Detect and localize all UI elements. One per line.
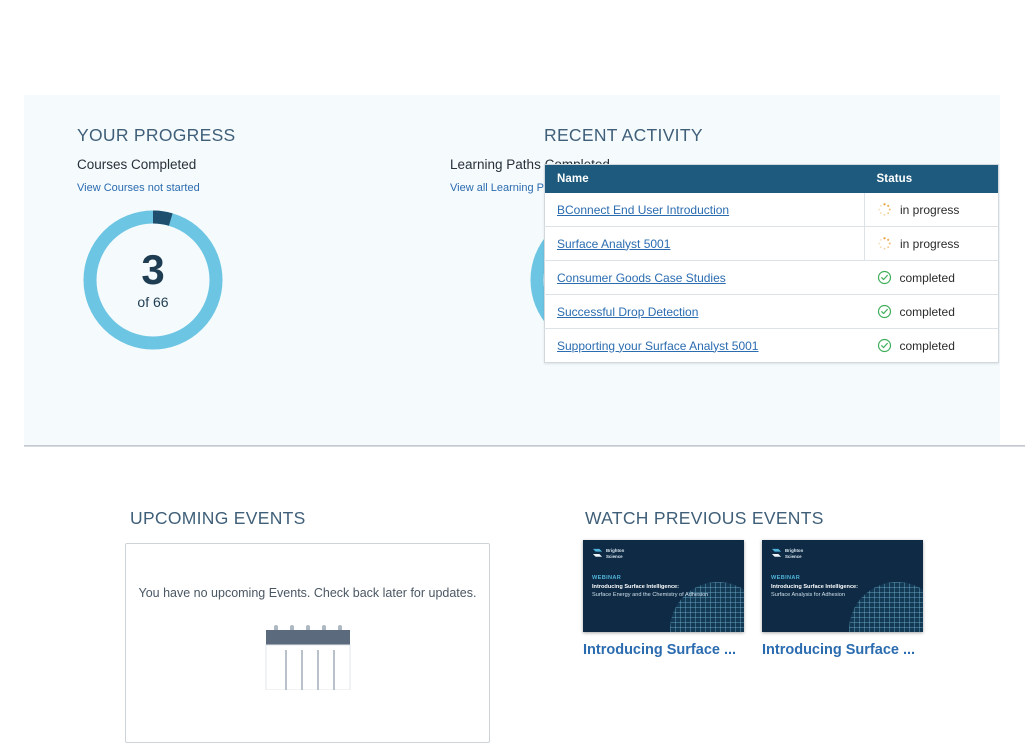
logo-text: Brighton Science: [606, 548, 624, 558]
spinner-icon: [878, 203, 891, 216]
thumbnail-kicker: WEBINAR: [771, 575, 801, 581]
activity-status-cell: completed: [864, 260, 999, 295]
logo-mark-icon: [771, 548, 782, 557]
status-label: in progress: [900, 236, 960, 251]
status-label: in progress: [900, 202, 960, 217]
metric-courses-completed: Courses Completed View Courses not start…: [77, 157, 277, 356]
thumbnail-title: Introducing Surface Intelligence:: [592, 584, 680, 590]
upcoming-empty-message: You have no upcoming Events. Check back …: [138, 586, 477, 600]
table-row[interactable]: Surface Analyst 5001 in progress: [544, 226, 999, 261]
activity-name-cell: Surface Analyst 5001: [544, 226, 865, 261]
check-circle-icon: [877, 304, 891, 319]
section-divider: [24, 445, 1025, 447]
activity-status-cell: in progress: [864, 226, 999, 261]
activity-name-cell: Supporting your Surface Analyst 5001: [545, 329, 865, 363]
previous-event-card[interactable]: Brighton Science WEBINAR Introducing Sur…: [583, 540, 744, 659]
table-row[interactable]: Successful Drop Detection completed: [544, 294, 999, 329]
metric-label: Courses Completed: [77, 157, 197, 172]
thumbnail-text: WEBINAR Introducing Surface Intelligence…: [771, 575, 915, 599]
donut-svg: [83, 210, 223, 350]
video-thumbnail[interactable]: Brighton Science WEBINAR Introducing Sur…: [583, 540, 744, 632]
view-courses-not-started-link[interactable]: View Courses not started: [77, 182, 200, 194]
video-thumbnail[interactable]: Brighton Science WEBINAR Introducing Sur…: [762, 540, 923, 632]
thumbnail-subtitle: Surface Energy and the Chemistry of Adhe…: [592, 591, 709, 598]
event-caption[interactable]: Introducing Surface ...: [583, 641, 744, 659]
dashboard-page: YOUR PROGRESS Courses Completed View Cou…: [0, 0, 1025, 749]
events-section: UPCOMING EVENTS You have no upcoming Eve…: [0, 470, 1025, 749]
activity-link[interactable]: Successful Drop Detection: [557, 305, 698, 319]
table-body: BConnect End User Introduction in progre…: [544, 193, 999, 363]
logo-text: Brighton Science: [785, 548, 803, 558]
thumbnail-text: WEBINAR Introducing Surface Intelligence…: [592, 575, 736, 599]
recent-activity-heading: RECENT ACTIVITY: [544, 125, 703, 145]
progress-activity-panel: YOUR PROGRESS Courses Completed View Cou…: [24, 95, 1000, 445]
activity-status-cell: completed: [864, 294, 999, 329]
column-header-status: Status: [864, 164, 999, 193]
table-row[interactable]: Supporting your Surface Analyst 5001 com…: [545, 329, 999, 363]
table-row[interactable]: Consumer Goods Case Studies completed: [544, 260, 999, 295]
thumbnail-kicker: WEBINAR: [592, 575, 622, 581]
watch-previous-events-heading: WATCH PREVIOUS EVENTS: [585, 508, 824, 528]
activity-link[interactable]: Surface Analyst 5001: [557, 237, 670, 251]
activity-link[interactable]: Supporting your Surface Analyst 5001: [557, 339, 758, 353]
activity-link[interactable]: Consumer Goods Case Studies: [557, 271, 726, 285]
thumbnail-title: Introducing Surface Intelligence:: [771, 584, 859, 590]
recent-activity-table: Name Status BConnect End User Introducti…: [544, 164, 999, 363]
upcoming-events-card: You have no upcoming Events. Check back …: [125, 543, 490, 743]
logo-line-1: Brighton: [606, 548, 625, 554]
check-circle-icon: [877, 270, 891, 285]
calendar-icon: [265, 625, 350, 690]
brighton-science-logo: Brighton Science: [592, 548, 624, 559]
activity-status-cell: completed: [865, 329, 999, 363]
table-row[interactable]: BConnect End User Introduction in progre…: [544, 193, 999, 227]
previous-event-card[interactable]: Brighton Science WEBINAR Introducing Sur…: [762, 540, 923, 659]
your-progress-heading: YOUR PROGRESS: [77, 125, 236, 145]
status-label: completed: [899, 338, 955, 353]
status-label: completed: [899, 304, 955, 319]
logo-line-1: Brighton: [785, 548, 804, 554]
table-head: Name Status: [544, 164, 999, 193]
activity-name-cell: Consumer Goods Case Studies: [544, 260, 865, 295]
table-header-row: Name Status: [544, 164, 999, 193]
previous-events-list: Brighton Science WEBINAR Introducing Sur…: [583, 540, 923, 659]
logo-line-2: Science: [785, 553, 802, 559]
activity-name-cell: BConnect End User Introduction: [544, 193, 865, 227]
activity-status-cell: in progress: [864, 193, 999, 227]
brighton-science-logo: Brighton Science: [771, 548, 803, 559]
spinner-icon: [878, 237, 891, 250]
recent-activity-section: RECENT ACTIVITY Name Status BConnect End…: [544, 125, 999, 363]
logo-line-2: Science: [606, 553, 623, 559]
activity-link[interactable]: BConnect End User Introduction: [557, 203, 729, 217]
courses-donut-chart: 3 of 66: [77, 204, 229, 356]
logo-mark-icon: [592, 548, 603, 557]
event-caption[interactable]: Introducing Surface ...: [762, 641, 923, 659]
thumbnail-subtitle: Surface Analysis for Adhesion: [771, 591, 846, 598]
upcoming-events-heading: UPCOMING EVENTS: [130, 508, 306, 528]
column-header-name: Name: [544, 164, 865, 193]
activity-name-cell: Successful Drop Detection: [544, 294, 865, 329]
check-circle-icon: [877, 338, 891, 353]
status-label: completed: [899, 270, 955, 285]
